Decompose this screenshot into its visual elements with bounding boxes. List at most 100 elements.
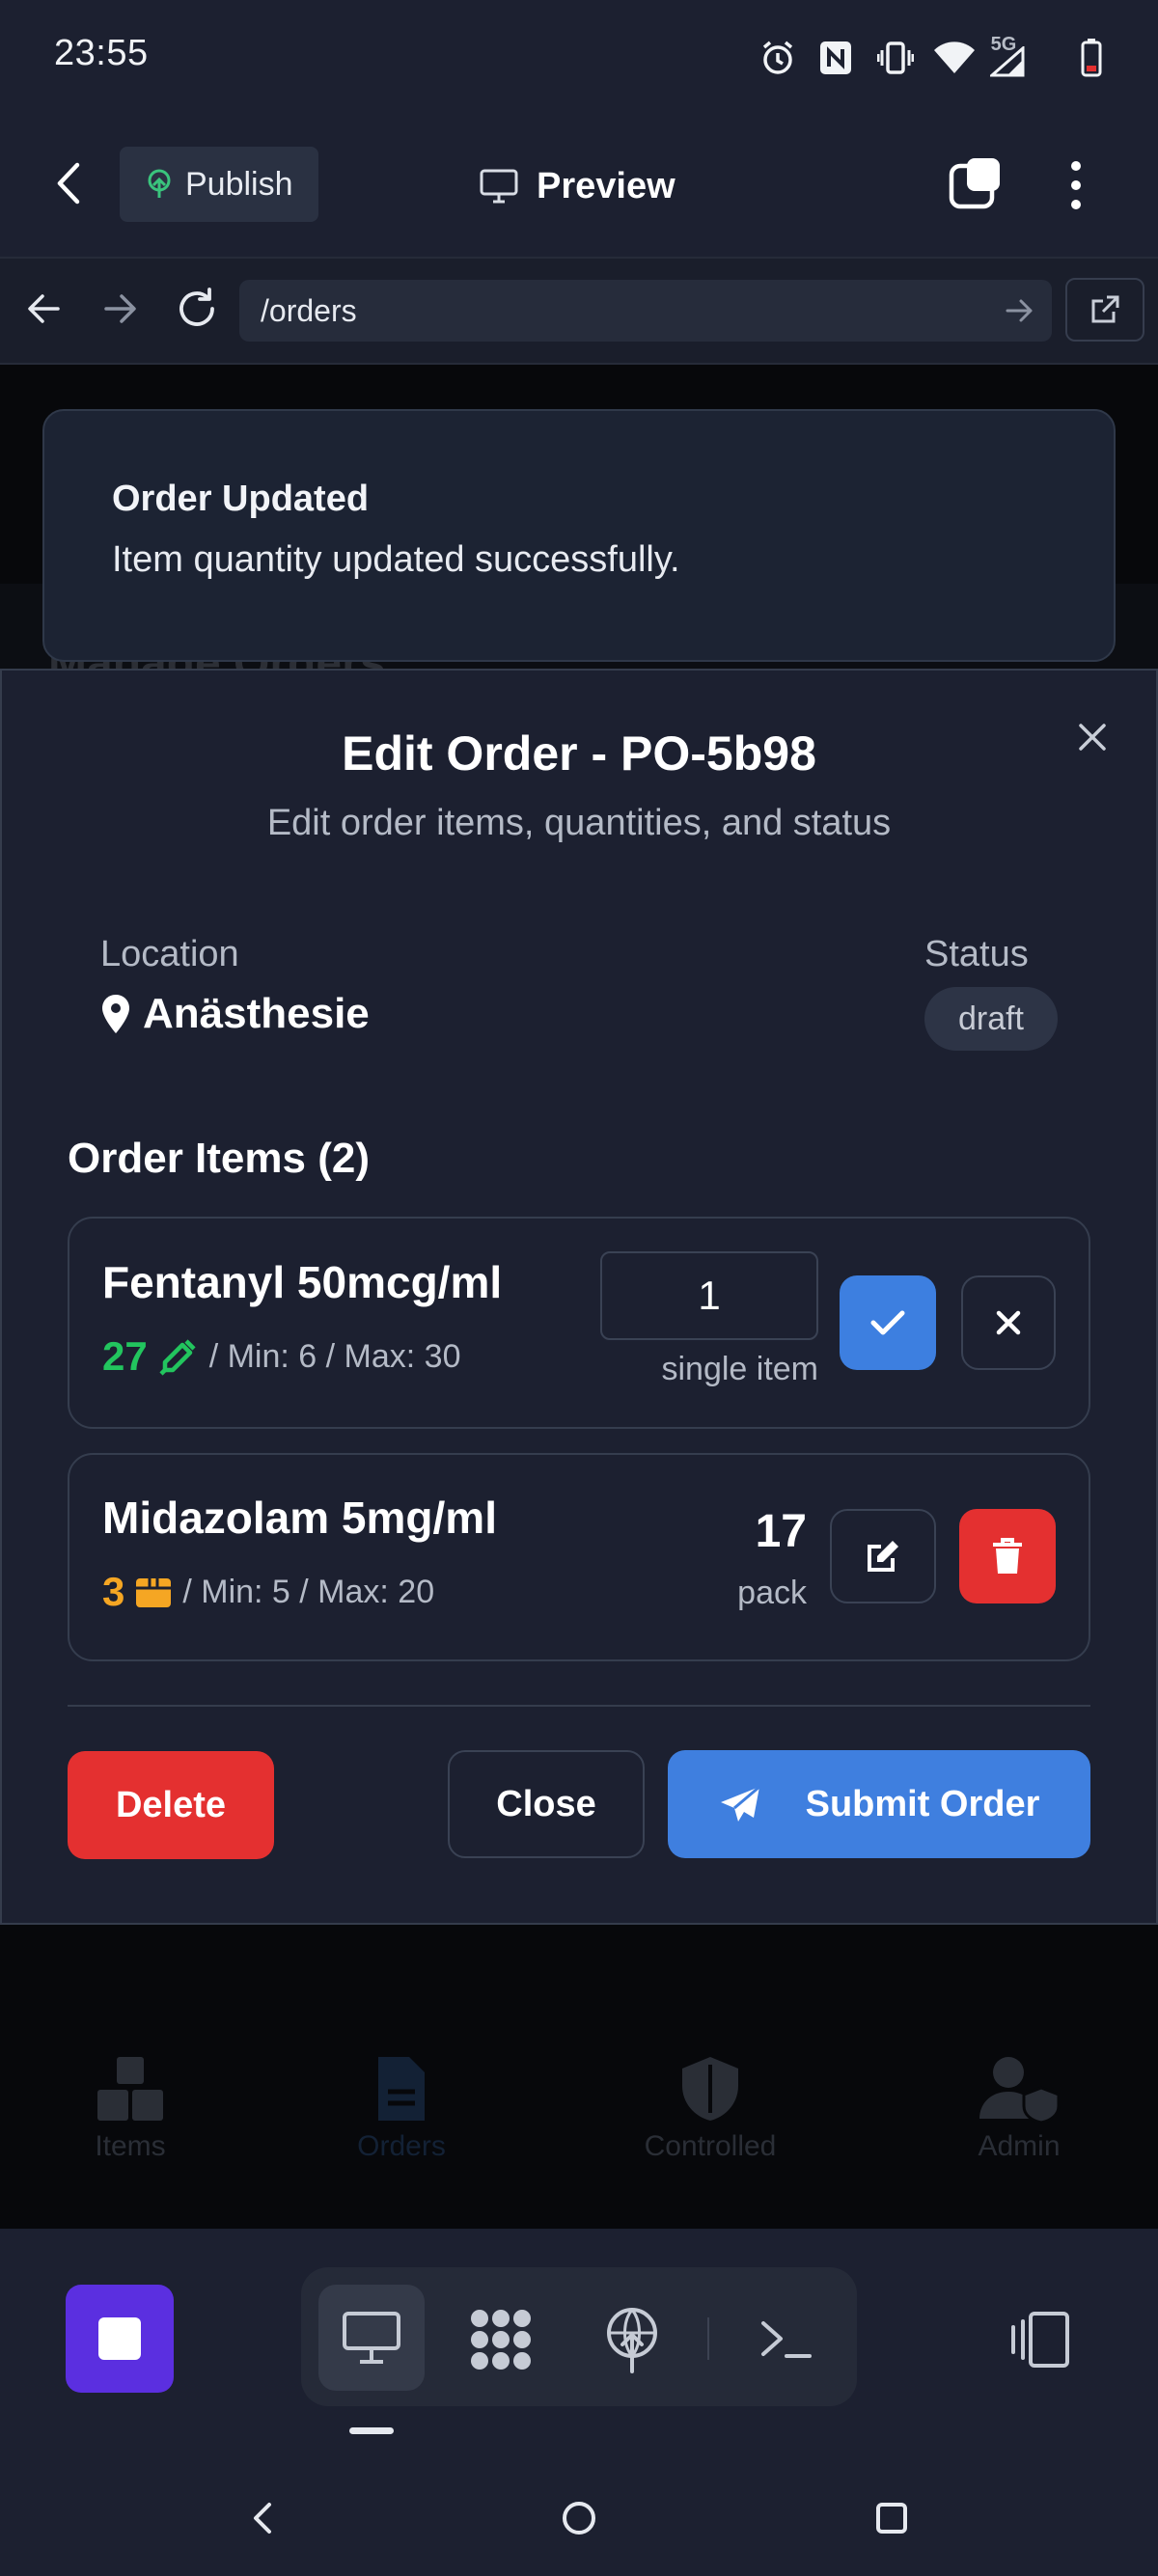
user-shield-icon	[979, 2057, 1061, 2123]
toast-title: Order Updated	[112, 479, 370, 519]
chevron-left-icon	[57, 162, 80, 205]
alarm-icon	[757, 37, 799, 79]
home-circle-icon	[563, 2502, 595, 2535]
status-badge[interactable]: draft	[924, 987, 1058, 1051]
system-recents-button[interactable]	[863, 2489, 921, 2547]
chevron-left-icon	[254, 2503, 271, 2534]
nav-admin[interactable]: Admin	[923, 2055, 1116, 2190]
tool-separator	[707, 2317, 709, 2360]
terminal-button[interactable]	[743, 2296, 830, 2383]
vibrate-icon	[876, 37, 915, 79]
close-dialog-button[interactable]: Close	[448, 1750, 645, 1858]
nav-label: Controlled	[644, 2130, 777, 2162]
location-label: Location	[100, 934, 239, 974]
globe-upload-icon	[607, 2308, 657, 2373]
location-text: Anästhesie	[143, 990, 370, 1037]
delete-order-button[interactable]: Delete	[68, 1751, 274, 1859]
monitor-icon	[480, 169, 518, 204]
item-stock-info: 27 / Min: 6 / Max: 30	[102, 1333, 460, 1380]
quantity-input[interactable]: 1	[600, 1251, 818, 1340]
nfc-icon	[816, 37, 855, 79]
quantity-unit: single item	[661, 1351, 818, 1387]
browser-back-button[interactable]	[23, 288, 66, 330]
reload-icon	[179, 288, 214, 326]
go-icon[interactable]	[1004, 293, 1034, 328]
dialog-subtitle: Edit order items, quantities, and status	[266, 803, 892, 843]
more-menu-button[interactable]	[1062, 156, 1090, 214]
item-unit: pack	[737, 1575, 807, 1611]
delete-item-button[interactable]	[959, 1509, 1056, 1603]
nav-label: Items	[95, 2130, 166, 2162]
order-item-card	[68, 1217, 1090, 1429]
item-stock: 3	[102, 1569, 125, 1614]
recents-square-icon	[876, 2503, 907, 2534]
order-item-card	[68, 1453, 1090, 1661]
active-tool-indicator	[349, 2427, 394, 2434]
preview-toggle[interactable]: Preview	[479, 152, 676, 220]
stop-button[interactable]	[66, 2285, 174, 2393]
edit-icon	[868, 1541, 898, 1572]
tabs-button[interactable]	[948, 154, 1006, 212]
grid-dots-icon	[471, 2310, 531, 2370]
box-icon	[136, 1578, 172, 1607]
location-value: Anästhesie	[100, 990, 370, 1038]
boxes-icon	[97, 2057, 163, 2121]
item-name: Midazolam 5mg/ml	[102, 1493, 497, 1543]
cancel-edit-button[interactable]	[961, 1275, 1056, 1370]
nav-controlled[interactable]: Controlled	[614, 2055, 807, 2190]
item-min-max: / Min: 6 / Max: 30	[208, 1337, 461, 1375]
back-button[interactable]	[54, 154, 102, 212]
terminal-icon	[761, 2321, 812, 2358]
open-external-button[interactable]	[1065, 278, 1144, 342]
panel-layout-icon	[1011, 2312, 1069, 2368]
more-vertical-icon	[1071, 161, 1081, 209]
order-items-title: Order Items (2)	[68, 1135, 370, 1182]
stop-icon	[98, 2317, 141, 2360]
status-bar	[0, 0, 1158, 116]
check-icon	[870, 1310, 905, 1335]
item-quantity: 17	[755, 1506, 807, 1557]
item-stock-info: 3 / Min: 5 / Max: 20	[102, 1569, 434, 1615]
status-time: 23:55	[54, 33, 149, 73]
shield-icon	[682, 2057, 738, 2121]
confirm-quantity-button[interactable]	[840, 1275, 936, 1370]
signal-icon	[988, 46, 1027, 77]
arrow-right-icon	[104, 294, 136, 323]
browser-forward-button[interactable]	[98, 288, 141, 330]
edit-item-button[interactable]	[830, 1509, 936, 1603]
preview-label: Preview	[537, 165, 676, 206]
desktop-preview-button[interactable]	[318, 2285, 425, 2391]
arrow-left-icon	[28, 294, 60, 323]
external-link-icon	[1091, 295, 1119, 323]
nav-label: Orders	[357, 2130, 446, 2162]
integrations-button[interactable]	[457, 2296, 544, 2383]
system-back-button[interactable]	[234, 2489, 291, 2547]
publish-label: Publish	[185, 165, 293, 203]
trash-icon	[993, 1538, 1022, 1574]
system-home-button[interactable]	[550, 2489, 608, 2547]
tabs-icon	[949, 158, 1000, 209]
nav-label: Admin	[978, 2130, 1061, 2162]
toast-notification[interactable]: Order Updated Item quantity updated succ…	[42, 409, 1116, 662]
map-pin-icon	[102, 995, 129, 1033]
monitor-icon	[343, 2312, 400, 2364]
layout-toggle-button[interactable]	[1000, 2306, 1077, 2373]
close-icon	[996, 1310, 1021, 1335]
nav-items[interactable]: Items	[34, 2055, 227, 2190]
item-stock: 27	[102, 1333, 148, 1379]
deploy-button[interactable]	[589, 2296, 676, 2383]
file-icon	[378, 2057, 425, 2121]
publish-button[interactable]: Publish	[120, 147, 318, 222]
toast-message: Item quantity updated successfully.	[112, 539, 680, 580]
dialog-title: Edit Order - PO-5b98	[342, 726, 816, 781]
url-input[interactable]: /orders	[239, 280, 1052, 342]
item-min-max: / Min: 5 / Max: 20	[182, 1573, 435, 1610]
nav-orders[interactable]: Orders	[305, 2055, 498, 2190]
send-icon	[720, 1785, 760, 1822]
battery-icon	[1077, 37, 1106, 79]
reload-button[interactable]	[174, 286, 220, 332]
publish-icon	[145, 169, 174, 200]
item-name: Fentanyl 50mcg/ml	[102, 1257, 503, 1307]
submit-order-button[interactable]: Submit Order	[668, 1750, 1090, 1858]
submit-label: Submit Order	[805, 1783, 1040, 1824]
